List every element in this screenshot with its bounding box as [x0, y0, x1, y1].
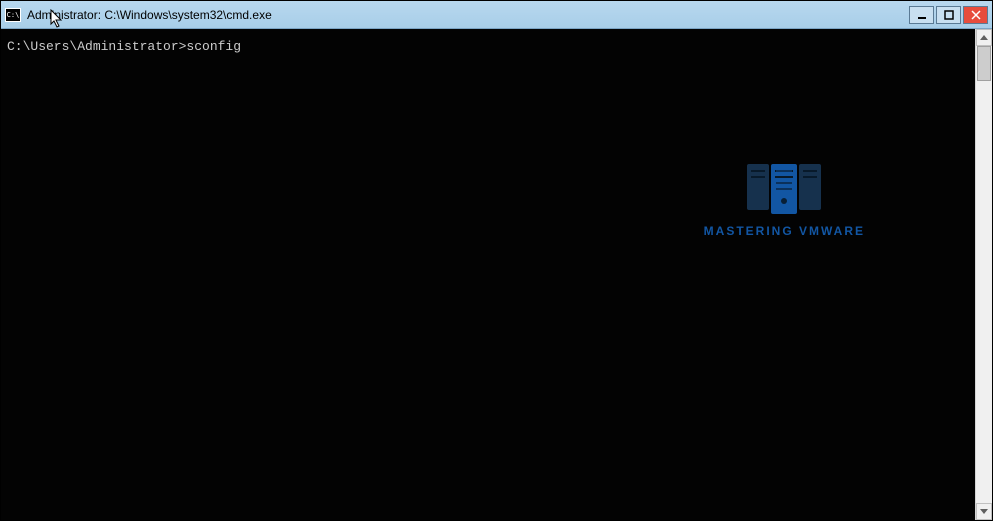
vertical-scrollbar[interactable]: [975, 29, 992, 520]
minimize-button[interactable]: [909, 6, 934, 24]
server-tower-left: [747, 164, 769, 210]
server-tower-center: [771, 164, 797, 214]
watermark: MASTERING VMWARE: [704, 164, 865, 238]
scroll-down-button[interactable]: [976, 503, 992, 520]
console-line: C:\Users\Administrator>sconfig: [7, 37, 969, 58]
cmd-icon: [5, 8, 21, 22]
client-area: C:\Users\Administrator>sconfig MASTERING…: [1, 29, 992, 520]
watermark-text: MASTERING VMWARE: [704, 224, 865, 238]
window-controls: [909, 6, 988, 24]
console-output[interactable]: C:\Users\Administrator>sconfig MASTERING…: [1, 29, 975, 520]
titlebar[interactable]: Administrator: C:\Windows\system32\cmd.e…: [1, 1, 992, 29]
window-title: Administrator: C:\Windows\system32\cmd.e…: [27, 8, 909, 22]
maximize-button[interactable]: [936, 6, 961, 24]
server-icon: [704, 164, 865, 214]
scroll-track[interactable]: [976, 46, 992, 503]
close-button[interactable]: [963, 6, 988, 24]
command-prompt-window: Administrator: C:\Windows\system32\cmd.e…: [1, 1, 992, 520]
scroll-up-button[interactable]: [976, 29, 992, 46]
server-tower-right: [799, 164, 821, 210]
scroll-thumb[interactable]: [977, 46, 991, 81]
